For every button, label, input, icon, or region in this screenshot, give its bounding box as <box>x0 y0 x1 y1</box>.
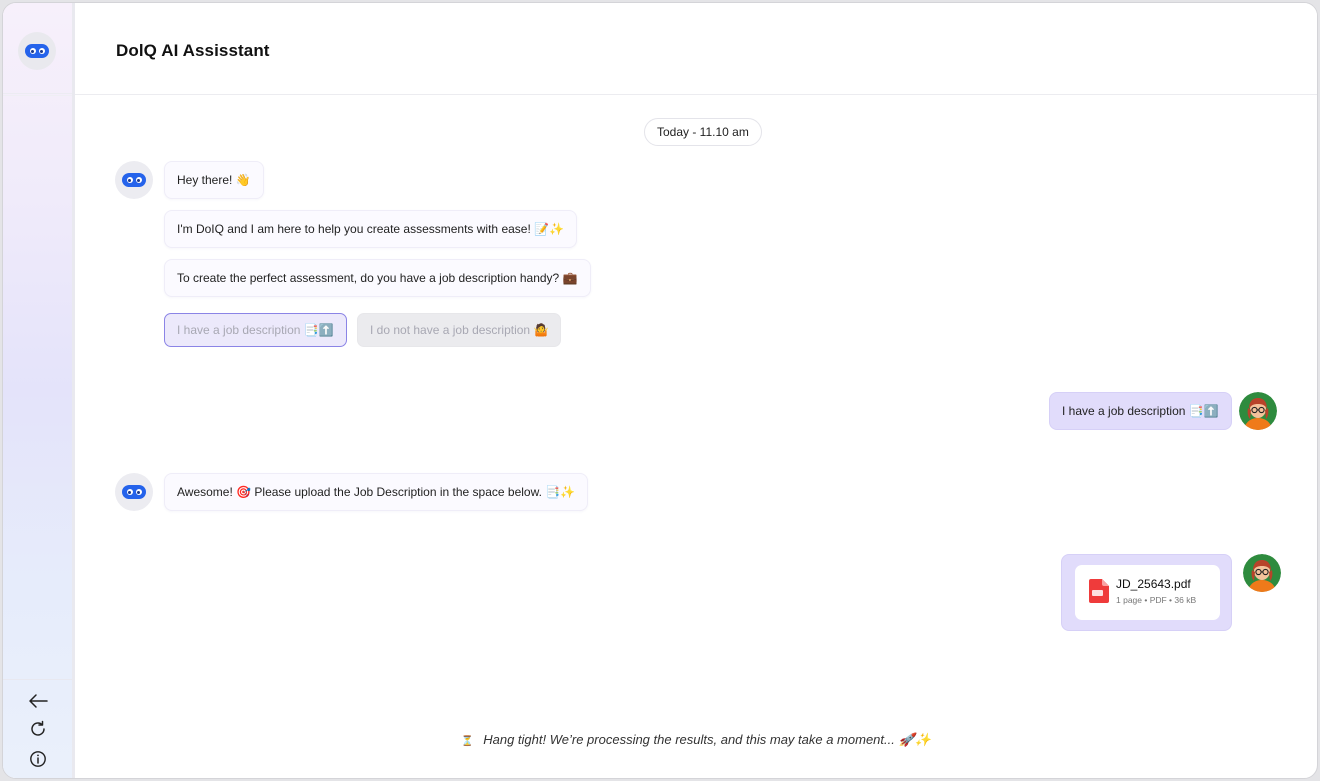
hourglass-icon: ⏳ <box>461 736 474 747</box>
status-text: Hang tight! We’re processing the results… <box>483 732 931 747</box>
file-meta: 1 page • PDF • 36 kB <box>1116 595 1197 605</box>
bot-message: I'm DoIQ and I am here to help you creat… <box>164 210 578 248</box>
bot-avatar <box>115 161 153 199</box>
sidebar <box>3 3 75 778</box>
bot-message: Awesome! 🎯 Please upload the Job Descrip… <box>164 473 589 511</box>
date-separator: Today - 11.10 am <box>644 118 762 146</box>
user-message: I have a job description 📑⬆️ <box>1049 392 1232 430</box>
option-no-jd-button[interactable]: I do not have a job description 🤷 <box>357 313 562 347</box>
processing-status: ⏳ Hang tight! We’re processing the resul… <box>75 732 1317 748</box>
bot-icon <box>122 173 146 187</box>
user-avatar <box>1243 554 1281 592</box>
pdf-file-icon <box>1089 579 1109 603</box>
bot-message: Hey there! 👋 <box>164 161 264 199</box>
option-have-jd-button[interactable]: I have a job description 📑⬆️ <box>164 313 347 347</box>
user-avatar <box>1239 392 1277 430</box>
app-window: DolQ AI Assisstant Today - 11.10 am Hey … <box>2 2 1318 779</box>
page-title: DolQ AI Assisstant <box>116 41 270 60</box>
sidebar-divider <box>3 95 72 96</box>
back-arrow-icon[interactable] <box>27 690 49 712</box>
info-icon[interactable] <box>27 748 49 770</box>
file-name: JD_25643.pdf <box>1116 577 1191 591</box>
user-file-message: JD_25643.pdf 1 page • PDF • 36 kB <box>1061 554 1232 631</box>
chat-header: DolQ AI Assisstant <box>75 3 1317 95</box>
file-attachment-card[interactable]: JD_25643.pdf 1 page • PDF • 36 kB <box>1075 565 1220 620</box>
bot-avatar <box>115 473 153 511</box>
refresh-icon[interactable] <box>27 718 49 740</box>
bot-logo-icon[interactable] <box>18 32 56 70</box>
sidebar-divider <box>3 679 72 680</box>
bot-message: To create the perfect assessment, do you… <box>164 259 591 297</box>
bot-icon <box>122 485 146 499</box>
